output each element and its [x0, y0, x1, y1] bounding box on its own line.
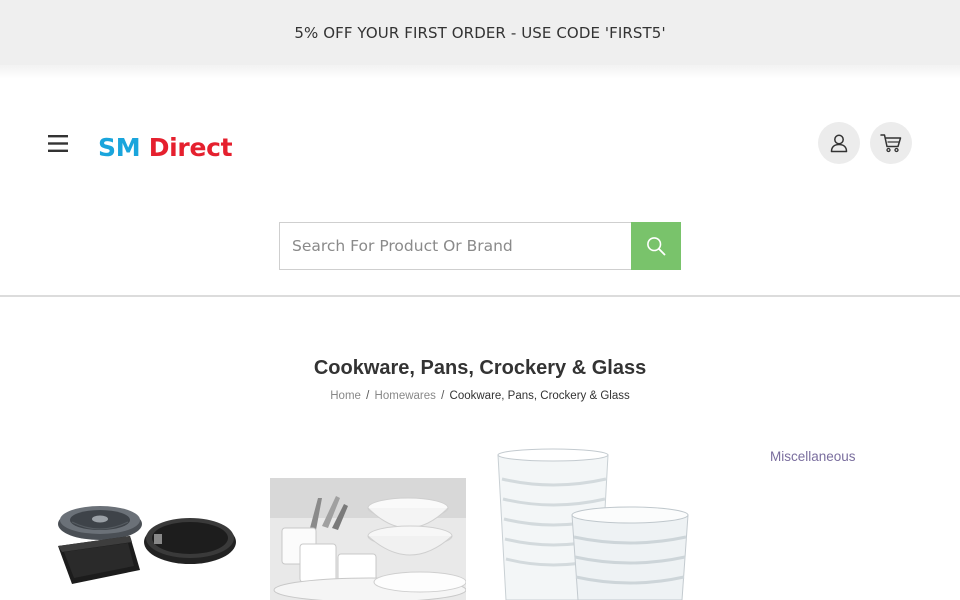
breadcrumb: Home / Homewares / Cookware, Pans, Crock… — [0, 390, 960, 402]
logo-part-direct: Direct — [148, 133, 233, 162]
search-button[interactable] — [631, 222, 681, 270]
search-icon — [647, 237, 666, 256]
breadcrumb-separator: / — [366, 390, 370, 402]
breadcrumb-separator: / — [441, 390, 445, 402]
breadcrumb-homewares-link[interactable]: Homewares — [375, 390, 436, 402]
white-crockery-image — [270, 478, 467, 600]
promo-text: 5% OFF YOUR FIRST ORDER - USE CODE 'FIRS… — [294, 23, 666, 42]
category-tile-bakeware[interactable] — [50, 490, 240, 600]
page-title: Cookware, Pans, Crockery & Glass — [313, 357, 647, 379]
search-input[interactable] — [279, 222, 631, 270]
hamburger-icon — [48, 134, 68, 152]
bakeware-pans-image — [58, 506, 236, 584]
promo-banner: 5% OFF YOUR FIRST ORDER - USE CODE 'FIRS… — [0, 0, 960, 65]
promo-shadow — [0, 65, 960, 79]
search-bar — [279, 222, 681, 270]
breadcrumb-home-link[interactable]: Home — [330, 390, 361, 402]
category-tile-crockery[interactable] — [270, 478, 467, 600]
logo-part-sm: SM — [98, 133, 141, 162]
cart-button[interactable] — [870, 122, 912, 164]
glass-tumblers-image — [497, 448, 689, 600]
cart-icon — [880, 134, 902, 153]
user-icon — [830, 134, 848, 153]
header-divider — [0, 295, 960, 297]
hamburger-menu-button[interactable] — [46, 130, 70, 156]
category-misc-link[interactable]: Miscellaneous — [770, 449, 856, 464]
account-button[interactable] — [818, 122, 860, 164]
breadcrumb-current: Cookware, Pans, Crockery & Glass — [449, 390, 630, 402]
site-logo[interactable]: SM Direct — [98, 133, 233, 162]
category-tile-glass[interactable] — [492, 445, 692, 600]
